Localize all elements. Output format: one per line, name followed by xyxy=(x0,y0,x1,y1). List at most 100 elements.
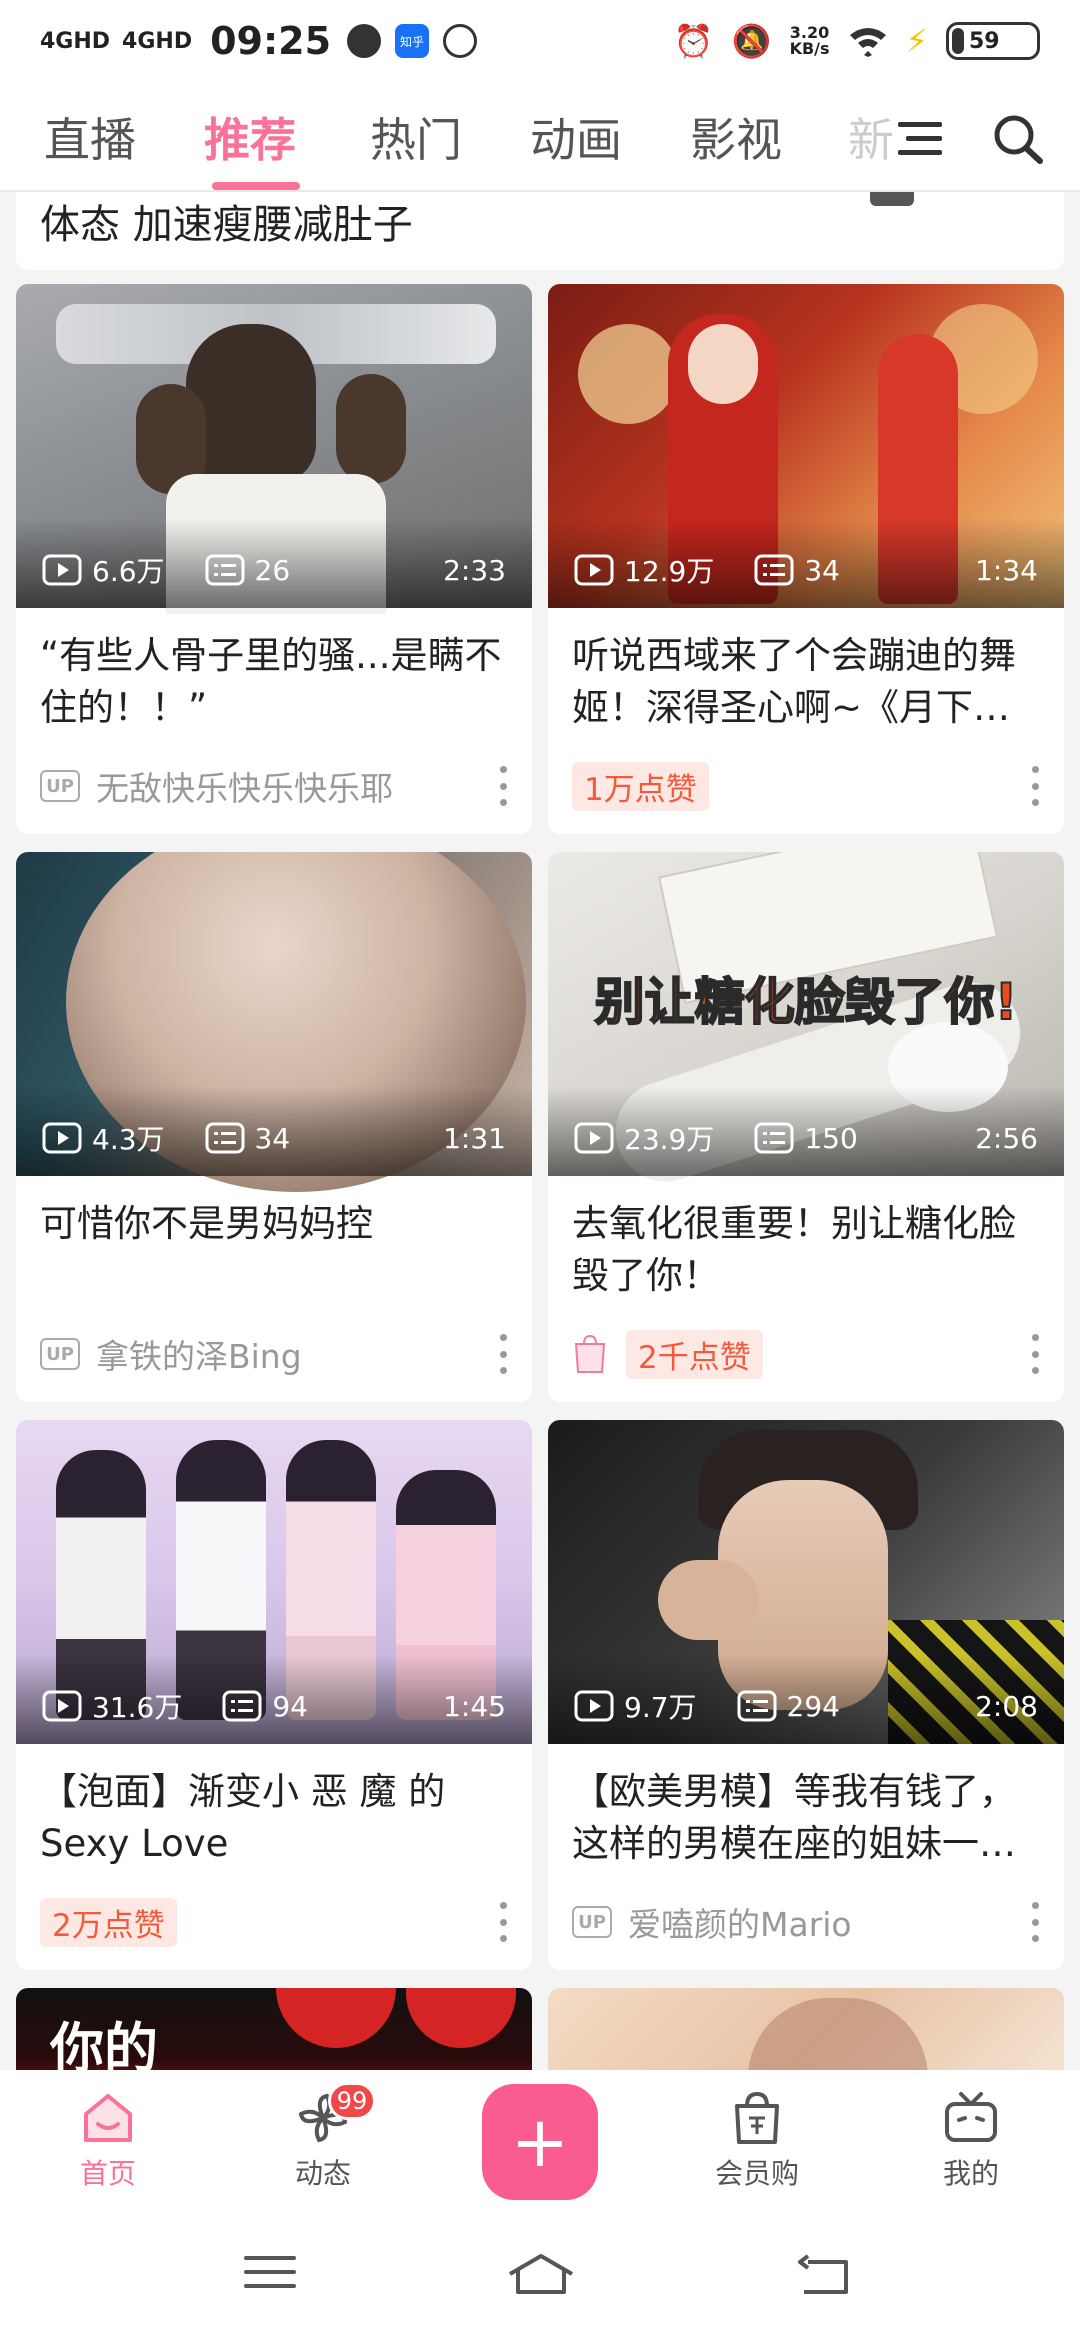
tab-live[interactable]: 直播 xyxy=(44,104,136,170)
video-card[interactable]: 4.3万 34 1:31 可惜你不是男妈妈控 UP 拿铁的泽Bing xyxy=(16,852,532,1402)
partial-card-title: 体态 加速瘦腰减肚子 xyxy=(40,202,413,248)
tab-mine[interactable]: 我的 xyxy=(906,2090,1036,2192)
video-feed[interactable]: 体态 加速瘦腰减肚子 6.6万 26 2:33 “有些人骨子里的骚...是瞒不住… xyxy=(0,192,1080,2070)
net-speed: 3.20 KB/s xyxy=(789,23,830,58)
more-options-icon[interactable] xyxy=(1030,1334,1040,1374)
search-icon[interactable] xyxy=(988,110,1048,166)
tab-film[interactable]: 影视 xyxy=(690,104,782,170)
charging-icon: ⚡ xyxy=(905,22,928,60)
danmaku-icon xyxy=(222,1690,262,1722)
play-count-icon xyxy=(574,1690,614,1722)
tab-new[interactable]: 新 xyxy=(848,104,894,170)
thumbnail-caption: 你的 xyxy=(50,2016,158,2070)
video-card-partial[interactable] xyxy=(548,1988,1064,2070)
thumbnail-caption: 别让糖化脸毁了你! xyxy=(594,972,1019,1032)
tab-dynamic[interactable]: 动态 99 xyxy=(258,2082,388,2192)
like-badge: 2万点赞 xyxy=(40,1897,177,1947)
clock: 09:25 xyxy=(210,19,332,63)
video-thumbnail[interactable]: 4.3万 34 1:31 xyxy=(16,852,532,1192)
video-duration: 1:34 xyxy=(975,553,1038,587)
more-options-icon[interactable] xyxy=(498,1334,508,1374)
view-count: 6.6万 xyxy=(92,555,165,588)
more-options-icon[interactable] xyxy=(1030,766,1040,806)
danmaku-icon xyxy=(754,1122,794,1154)
video-title[interactable]: 去氧化很重要！别让糖化脸毁了你！ xyxy=(572,1198,1040,1302)
video-card[interactable]: 别让糖化脸毁了你! 23.9万 150 2:56 去氧化很重要！别让糖化脸毁了你… xyxy=(548,852,1064,1402)
video-duration: 2:08 xyxy=(975,1689,1038,1723)
tab-recommend[interactable]: 推荐 xyxy=(204,104,296,170)
video-duration: 2:56 xyxy=(975,1121,1038,1155)
weibo-icon xyxy=(443,24,478,58)
video-thumbnail[interactable]: 别让糖化脸毁了你! 23.9万 150 2:56 xyxy=(548,852,1064,1195)
system-nav-bar xyxy=(0,2212,1080,2340)
danmaku-icon xyxy=(205,1122,245,1154)
status-bar: 4GHD 4GHD 09:25 知乎 ⏰ 🔕 3.20 KB/s ⚡ 59 xyxy=(0,0,1080,82)
tv-icon xyxy=(945,2092,997,2142)
play-count-icon xyxy=(42,1122,82,1154)
up-badge: UP xyxy=(40,770,80,802)
more-options-icon[interactable] xyxy=(1030,1902,1040,1942)
video-thumbnail[interactable]: 12.9万 34 1:34 xyxy=(548,284,1064,608)
video-title[interactable]: 可惜你不是男妈妈控 xyxy=(40,1198,508,1250)
video-title[interactable]: 听说西域来了个会蹦迪的舞姬！深得圣心啊~《月下… xyxy=(572,630,1040,734)
view-count: 9.7万 xyxy=(624,1691,697,1724)
up-badge: UP xyxy=(40,1338,80,1370)
danmaku-icon xyxy=(754,554,794,586)
tab-vip-shop[interactable]: 会员购 xyxy=(692,2090,822,2192)
danmaku-count: 294 xyxy=(786,1689,840,1723)
qq-icon xyxy=(347,24,382,58)
alarm-icon: ⏰ xyxy=(673,22,714,60)
card-icon xyxy=(870,192,914,206)
video-title[interactable]: 【泡面】渐变小 恶 魔 的 Sexy Love xyxy=(40,1766,508,1870)
video-card-partial[interactable]: 你的 xyxy=(16,1988,532,2070)
author-name[interactable]: 拿铁的泽Bing xyxy=(96,1330,302,1378)
play-count-icon xyxy=(42,554,82,586)
video-duration: 1:45 xyxy=(443,1689,506,1723)
partial-card-top[interactable]: 体态 加速瘦腰减肚子 xyxy=(16,192,1064,270)
danmaku-count: 150 xyxy=(804,1121,858,1155)
video-duration: 2:33 xyxy=(443,553,506,587)
shopping-bag-icon xyxy=(735,2091,779,2144)
danmaku-icon xyxy=(205,554,245,586)
play-count-icon xyxy=(42,1690,82,1722)
home-nav-icon[interactable] xyxy=(506,2252,576,2296)
like-badge: 1万点赞 xyxy=(572,761,709,811)
video-card[interactable]: 6.6万 26 2:33 “有些人骨子里的骚...是瞒不住的！！” UP 无敌快… xyxy=(16,284,532,834)
mute-icon: 🔕 xyxy=(731,22,772,60)
active-tab-indicator xyxy=(212,182,300,190)
tab-hot[interactable]: 热门 xyxy=(370,104,462,170)
danmaku-icon xyxy=(737,1690,777,1722)
zhihu-icon: 知乎 xyxy=(395,24,430,58)
like-badge: 2千点赞 xyxy=(626,1329,763,1379)
video-thumbnail[interactable]: 31.6万 94 1:45 xyxy=(16,1420,532,1744)
home-icon xyxy=(84,2094,132,2142)
upload-button[interactable]: + xyxy=(482,2084,598,2200)
tab-anime[interactable]: 动画 xyxy=(530,104,622,170)
more-options-icon[interactable] xyxy=(498,1902,508,1942)
wifi-icon xyxy=(849,28,886,57)
view-count: 23.9万 xyxy=(624,1123,715,1156)
video-card[interactable]: 9.7万 294 2:08 【欧美男模】等我有钱了，这样的男模在座的姐妹一… U… xyxy=(548,1420,1064,1970)
video-thumbnail[interactable]: 6.6万 26 2:33 xyxy=(16,284,532,614)
video-title[interactable]: “有些人骨子里的骚...是瞒不住的！！” xyxy=(40,630,508,734)
view-count: 12.9万 xyxy=(624,555,715,588)
video-title[interactable]: 【欧美男模】等我有钱了，这样的男模在座的姐妹一… xyxy=(572,1766,1040,1870)
tab-home[interactable]: 首页 xyxy=(43,2090,173,2192)
signal-indicator-2: 4GHD xyxy=(122,28,193,54)
video-thumbnail[interactable]: 9.7万 294 2:08 xyxy=(548,1420,1064,1744)
more-options-icon[interactable] xyxy=(498,766,508,806)
view-count: 31.6万 xyxy=(92,1691,183,1724)
author-name[interactable]: 爱嗑颜的Mario xyxy=(628,1898,852,1946)
danmaku-count: 94 xyxy=(272,1689,308,1723)
back-icon[interactable] xyxy=(796,2252,852,2296)
battery-indicator: 59 xyxy=(946,22,1040,60)
recent-apps-icon[interactable] xyxy=(244,2252,296,2292)
play-count-icon xyxy=(574,1122,614,1154)
notification-badge: 99 xyxy=(328,2082,376,2120)
video-duration: 1:31 xyxy=(443,1121,506,1155)
danmaku-count: 26 xyxy=(254,553,291,587)
author-name[interactable]: 无敌快乐快乐快乐耶 xyxy=(96,762,393,810)
menu-icon[interactable] xyxy=(892,110,952,166)
video-card[interactable]: 12.9万 34 1:34 听说西域来了个会蹦迪的舞姬！深得圣心啊~《月下… 1… xyxy=(548,284,1064,834)
video-card[interactable]: 31.6万 94 1:45 【泡面】渐变小 恶 魔 的 Sexy Love 2万… xyxy=(16,1420,532,1970)
